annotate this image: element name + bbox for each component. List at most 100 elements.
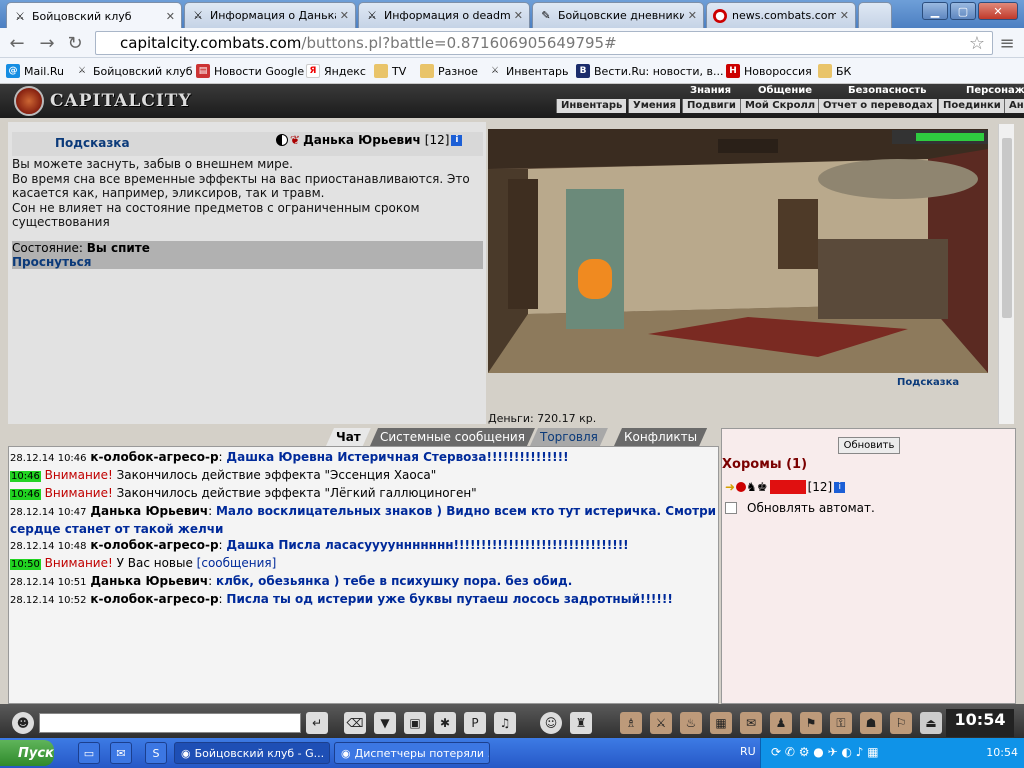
bookmark-vesti[interactable]: В Вести.Ru: новости, в... (576, 62, 723, 80)
chat-input[interactable] (39, 713, 301, 733)
exit-icon[interactable]: ⏏ (920, 712, 942, 734)
filter-icon[interactable]: ▼ (374, 712, 396, 734)
info-icon[interactable]: i (834, 481, 846, 493)
bookmark-mailru[interactable]: @ Mail.Ru (6, 62, 64, 80)
tab-conflicts[interactable]: Конфликты (614, 428, 707, 446)
back-icon[interactable]: ← (6, 33, 28, 54)
tab-trade[interactable]: Торговля (530, 428, 608, 446)
timestamp: 28.12.14 10:48 (10, 541, 87, 552)
helmet-icon[interactable]: ♜ (570, 712, 592, 734)
messages-link[interactable]: [сообщения] (197, 556, 277, 570)
bookmark-google-news[interactable]: ▤ Новости Google (196, 62, 304, 80)
bottle-icon[interactable]: ♨ (680, 712, 702, 734)
task-dispatchers[interactable]: ◉ Диспетчеры потеряли ... (334, 742, 490, 764)
menu-feats[interactable]: Подвиги (682, 99, 740, 113)
tab-info-deadman[interactable]: ⚔ Информация о deadman ✕ (358, 2, 530, 28)
bookmark-yandex[interactable]: Я Яндекс (306, 62, 366, 80)
chat-nick[interactable]: к-олобок-агресо-р (90, 450, 218, 464)
eraser-icon[interactable]: ⌫ (344, 712, 366, 734)
close-icon[interactable]: ✕ (688, 9, 697, 22)
menu-more[interactable]: Ан (1004, 99, 1024, 113)
star-icon[interactable]: ☆ (966, 33, 988, 54)
desktop-icon[interactable]: ▭ (78, 742, 100, 764)
close-icon[interactable]: ✕ (840, 9, 849, 22)
chat-nick[interactable]: Данька Юрьевич (90, 574, 208, 588)
address-bar[interactable]: capitalcity.combats.com/buttons.pl?battl… (95, 31, 993, 55)
close-icon[interactable]: ✕ (166, 10, 175, 23)
alignment-icon (276, 134, 288, 146)
chat-nick[interactable]: Данька Юрьевич (90, 504, 208, 518)
tray-icons[interactable]: ⟳ ✆ ⚙ ● ✈ ◐ ♪ ▦ (771, 745, 879, 759)
bookmark-tv[interactable]: TV (374, 62, 406, 80)
menu-character[interactable]: Персонаж (966, 85, 1024, 98)
flag-icon[interactable]: ⚐ (890, 712, 912, 734)
skype-icon[interactable]: S (145, 742, 167, 764)
reload-icon[interactable]: ↻ (64, 33, 86, 54)
team-icon[interactable]: ♟ (770, 712, 792, 734)
game-logo[interactable]: CAPITALCITY (14, 86, 192, 116)
close-window-icon[interactable]: ✕ (978, 2, 1018, 20)
menu-transfers[interactable]: Отчет о переводах (818, 99, 937, 113)
clan-icon[interactable]: ❦ (290, 133, 300, 147)
save-icon[interactable]: ▣ (404, 712, 426, 734)
chat-nick[interactable]: к-олобок-агресо-р (90, 538, 218, 552)
tab-label: news.combats.com (732, 9, 836, 22)
language-indicator[interactable]: RU (740, 745, 756, 758)
bookmark-misc[interactable]: Разное (420, 62, 478, 80)
tab-diaries[interactable]: ✎ Бойцовские дневники - ✕ (532, 2, 704, 28)
hint-link[interactable]: Подсказка (897, 377, 959, 388)
sword-icon[interactable]: ⚔ (650, 712, 672, 734)
maximize-icon[interactable]: ▢ (950, 2, 976, 20)
menu-icon[interactable]: ≡ (996, 33, 1018, 54)
send-icon[interactable]: ↵ (306, 712, 328, 734)
forward-icon[interactable]: → (36, 33, 58, 54)
lock-icon[interactable]: ⚿ (830, 712, 852, 734)
swords-icon: ⚔ (367, 9, 377, 22)
menu-skills[interactable]: Умения (628, 99, 681, 113)
wake-up-link[interactable]: Проснуться (12, 255, 91, 269)
timestamp: 28.12.14 10:47 (10, 507, 87, 518)
room-user[interactable]: ➜ ♞♚ [12] i (725, 480, 846, 494)
chest-icon[interactable]: ▦ (710, 712, 732, 734)
menu-scroll[interactable]: Мой Скролл (740, 99, 820, 113)
chat-head-icon[interactable]: ☻ (12, 712, 34, 734)
start-button[interactable]: Пуск (0, 740, 54, 766)
new-tab-button[interactable] (858, 2, 892, 28)
outlook-icon[interactable]: ✉ (110, 742, 132, 764)
bookmark-novorossia[interactable]: H Новороссия (726, 62, 812, 80)
menu-knowledge[interactable]: Знания (690, 85, 731, 98)
menu-social[interactable]: Общение (758, 85, 812, 98)
chat-nick[interactable]: к-олобок-агресо-р (90, 592, 218, 606)
tab-news[interactable]: ● news.combats.com ✕ (706, 2, 856, 28)
close-icon[interactable]: ✕ (340, 9, 349, 22)
scroll-icon[interactable]: ✉ (740, 712, 762, 734)
tab-system-messages[interactable]: Системные сообщения (370, 428, 535, 446)
smiley-icon[interactable]: ☺ (540, 712, 562, 734)
music-icon[interactable]: ♫ (494, 712, 516, 734)
user-name-highlight[interactable] (769, 480, 806, 494)
task-combats[interactable]: ◉ Бойцовский клуб - G... (174, 742, 330, 764)
close-icon[interactable]: ✕ (514, 9, 523, 22)
chat-log[interactable]: 28.12.14 10:46 к-олобок-агресо-р: Дашка … (8, 446, 719, 704)
refresh-button[interactable]: Обновить (838, 437, 900, 454)
tab-chat[interactable]: Чат (326, 428, 371, 446)
scrollbar[interactable] (998, 124, 1014, 424)
menu-duels[interactable]: Поединки (938, 99, 1005, 113)
auto-update-checkbox[interactable] (725, 502, 737, 514)
monk-icon[interactable]: ♗ (620, 712, 642, 734)
group-icon[interactable]: ☗ (860, 712, 882, 734)
minimize-icon[interactable]: ▁ (922, 2, 948, 20)
chat-line: 28.12.14 10:52 к-олобок-агресо-р: Писла … (10, 592, 673, 606)
bookmark-inventory[interactable]: ⚔ Инвентарь (488, 62, 569, 80)
info-icon[interactable]: i (451, 134, 463, 146)
translit-icon[interactable]: P (464, 712, 486, 734)
tab-info-danka[interactable]: ⚔ Информация о Данька Ю ✕ (184, 2, 356, 28)
menu-security[interactable]: Безопасность (848, 85, 927, 98)
bookmark-combats[interactable]: ⚔ Бойцовский клуб (75, 62, 193, 80)
bookmark-bk[interactable]: БК (818, 62, 851, 80)
tip-link[interactable]: Подсказка (55, 136, 130, 150)
battle-icon[interactable]: ⚑ (800, 712, 822, 734)
player-icon[interactable]: ✱ (434, 712, 456, 734)
tab-combats[interactable]: ⚔ Бойцовский клуб ✕ (6, 2, 182, 29)
menu-inventory[interactable]: Инвентарь (556, 99, 627, 113)
